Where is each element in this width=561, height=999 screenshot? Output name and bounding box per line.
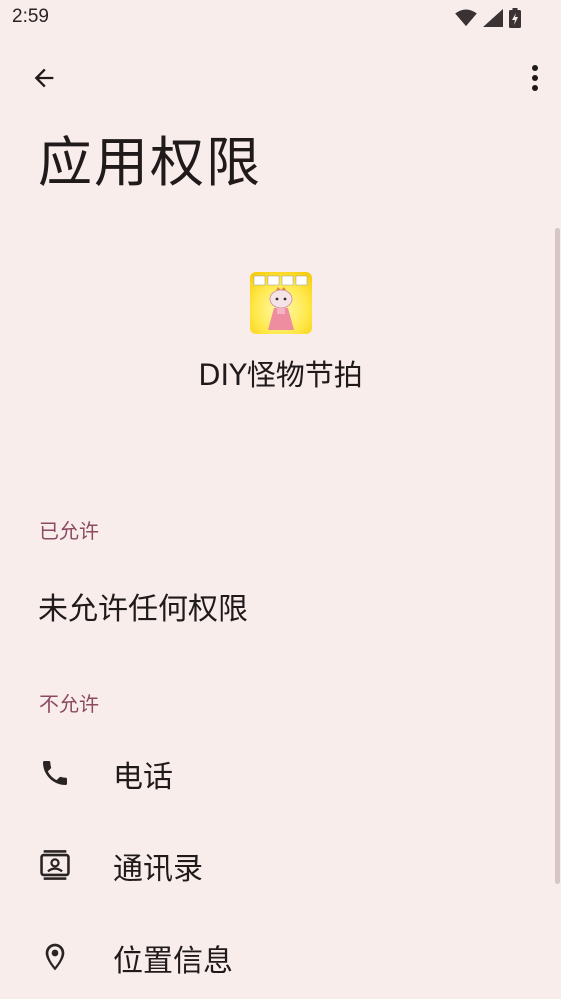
signal-icon: [483, 9, 503, 27]
location-icon: [38, 940, 72, 974]
more-options-button[interactable]: [519, 56, 551, 104]
permission-label: 位置信息: [113, 944, 233, 979]
wifi-icon: [455, 9, 477, 27]
status-icons: [455, 8, 521, 28]
status-time: 2:59: [12, 6, 49, 27]
phone-icon: [38, 756, 72, 790]
page-title: 应用权限: [38, 131, 262, 194]
allowed-section-label: 已允许: [39, 519, 99, 543]
denied-section-label: 不允许: [39, 692, 99, 716]
permission-item-phone[interactable]: 电话: [0, 738, 550, 808]
more-vert-icon: [531, 64, 539, 96]
contacts-icon: [38, 848, 72, 882]
app-name: DIY怪物节拍: [198, 358, 363, 392]
permission-label: 通讯录: [113, 852, 203, 887]
permission-label: 电话: [113, 760, 173, 795]
no-permissions-allowed-text: 未允许任何权限: [38, 592, 248, 627]
app-icon: [249, 272, 312, 334]
back-button[interactable]: [20, 56, 68, 104]
permission-item-contacts[interactable]: 通讯录: [0, 830, 550, 900]
battery-charging-icon: [509, 8, 521, 28]
permission-item-location[interactable]: 位置信息: [0, 922, 550, 992]
app-header: DIY怪物节拍: [0, 272, 561, 394]
toolbar: [0, 56, 561, 108]
arrow-back-icon: [30, 64, 58, 96]
status-bar: 2:59: [0, 0, 561, 40]
